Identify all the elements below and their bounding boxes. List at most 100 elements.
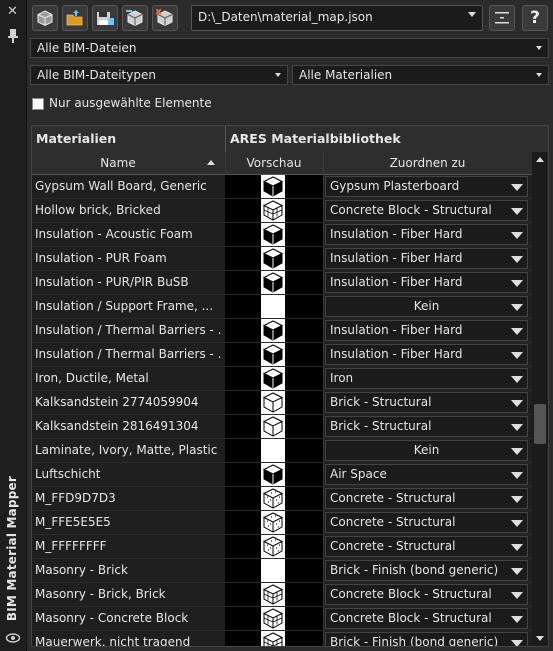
chevron-down-icon[interactable] [468, 12, 476, 17]
assign-material-dropdown[interactable]: Air Space [325, 464, 528, 485]
assign-material-dropdown[interactable]: Concrete - Structural [325, 536, 528, 557]
assign-material-dropdown[interactable]: Insulation - Fiber Hard [325, 320, 528, 341]
assign-material-dropdown[interactable]: Concrete - Structural [325, 512, 528, 533]
scroll-up-icon[interactable] [536, 157, 544, 162]
material-name: Insulation / Thermal Barriers - ... [35, 323, 221, 337]
assign-material-value: Brick - Structural [330, 395, 432, 409]
pin-icon[interactable] [6, 28, 20, 44]
mapping-file-path[interactable]: D:\_Daten\material_map.json [191, 5, 483, 31]
assign-material-value: Insulation - Fiber Hard [330, 227, 463, 241]
materials-filter[interactable]: Alle Materialien [292, 65, 549, 85]
assign-material-value: Insulation - Fiber Hard [330, 275, 463, 289]
table-row[interactable]: Mauerwerk, nicht tragend Brick - Finish (… [32, 631, 532, 646]
scroll-thumb[interactable] [534, 404, 546, 444]
chevron-down-icon [511, 640, 523, 646]
material-preview [225, 439, 323, 462]
column-header-preview[interactable]: Vorschau [225, 156, 323, 170]
table-row[interactable]: Masonry - Concrete Block Concrete Block -… [32, 607, 532, 631]
table-row[interactable]: M_FFD9D7D3 Concrete - Structural [32, 487, 532, 511]
cube-remove-icon [156, 9, 173, 27]
material-preview [225, 463, 323, 486]
material-preview-cube [262, 512, 284, 533]
assign-material-dropdown[interactable]: Insulation - Fiber Hard [325, 272, 528, 293]
table-row[interactable]: Insulation / Support Frame, ... Kein [32, 295, 532, 319]
material-preview [225, 199, 323, 222]
group-header-materials: Materialien [36, 131, 117, 146]
material-preview-cube [262, 632, 284, 646]
chevron-down-icon [511, 256, 523, 263]
scroll-down-icon[interactable] [536, 636, 544, 641]
chevron-down-icon [511, 496, 523, 503]
material-preview-cube [262, 488, 284, 509]
sort-ascending-icon[interactable] [207, 160, 215, 165]
material-name: Insulation - PUR/PIR BuSB [35, 275, 189, 289]
material-name: Masonry - Brick, Brick [35, 587, 166, 601]
table-row[interactable]: Masonry - Brick, Brick Concrete Block - S… [32, 583, 532, 607]
material-name: Gypsum Wall Board, Generic [35, 179, 207, 193]
assign-material-dropdown[interactable]: Concrete - Structural [325, 488, 528, 509]
table-row[interactable]: Insulation / Thermal Barriers - ... Insul… [32, 319, 532, 343]
chevron-down-icon [511, 616, 523, 623]
assign-material-dropdown[interactable]: Concrete Block - Structural [325, 608, 528, 629]
table-row[interactable]: Laminate, Ivory, Matte, Plastic Kein [32, 439, 532, 463]
material-preview-cube [262, 200, 284, 221]
table-row[interactable]: Insulation - PUR Foam Insulation - Fiber … [32, 247, 532, 271]
help-button[interactable]: ? [522, 5, 548, 31]
material-preview [225, 487, 323, 510]
assign-material-dropdown[interactable]: Concrete Block - Structural [325, 200, 528, 221]
table-row[interactable]: M_FFE5E5E5 Concrete - Structural [32, 511, 532, 535]
table-row[interactable]: Insulation - Acoustic Foam Insulation - F… [32, 223, 532, 247]
assign-material-value: Insulation - Fiber Hard [330, 347, 463, 361]
close-icon[interactable]: ✕ [7, 4, 18, 19]
materials-filter-value: Alle Materialien [299, 68, 393, 82]
table-row[interactable]: Luftschicht Air Space [32, 463, 532, 487]
table-row[interactable]: M_FFFFFFFF Concrete - Structural [32, 535, 532, 559]
material-name: M_FFD9D7D3 [35, 491, 116, 505]
column-header-name[interactable]: Name [32, 156, 204, 170]
menu-lines-icon [495, 12, 509, 24]
toolbar: D:\_Daten\material_map.json ? [27, 0, 553, 36]
export-materials-button[interactable] [122, 5, 148, 31]
group-header-ares-library: ARES Materialbibliothek [230, 131, 401, 146]
material-name: Insulation - PUR Foam [35, 251, 167, 265]
assign-material-dropdown[interactable]: Brick - Finish (bond generic) [325, 632, 528, 646]
folder-open-icon [66, 10, 83, 26]
assign-material-dropdown[interactable]: Insulation - Fiber Hard [325, 248, 528, 269]
assign-material-dropdown[interactable]: Insulation - Fiber Hard [325, 344, 528, 365]
assign-material-dropdown[interactable]: Kein [325, 296, 528, 317]
assign-material-dropdown[interactable]: Kein [325, 440, 528, 461]
bim-files-filter[interactable]: Alle BIM-Dateien [30, 38, 549, 58]
table-row[interactable]: Hollow brick, Bricked Concrete Block - St… [32, 199, 532, 223]
material-preview [225, 367, 323, 390]
open-file-button[interactable] [62, 5, 88, 31]
material-name: M_FFE5E5E5 [35, 515, 111, 529]
table-row[interactable]: Masonry - Brick Brick - Finish (bond gene… [32, 559, 532, 583]
menu-button[interactable] [489, 5, 515, 31]
table-row[interactable]: Gypsum Wall Board, Generic Gypsum Plaster… [32, 175, 532, 199]
table-row[interactable]: Insulation - PUR/PIR BuSB Insulation - Fi… [32, 271, 532, 295]
assign-material-dropdown[interactable]: Brick - Structural [325, 392, 528, 413]
assign-material-dropdown[interactable]: Concrete Block - Structural [325, 584, 528, 605]
selected-only-checkbox[interactable] [32, 98, 44, 110]
material-preview-cube [262, 416, 284, 437]
assign-material-dropdown[interactable]: Insulation - Fiber Hard [325, 224, 528, 245]
vertical-scrollbar[interactable] [532, 152, 548, 646]
chevron-down-icon [511, 328, 523, 335]
assign-material-dropdown[interactable]: Gypsum Plasterboard [325, 176, 528, 197]
assign-material-dropdown[interactable]: Brick - Finish (bond generic) [325, 560, 528, 581]
eye-icon[interactable] [5, 630, 21, 646]
bim-filetypes-filter[interactable]: Alle BIM-Dateitypen [30, 65, 288, 85]
chevron-down-icon [511, 520, 523, 527]
table-row[interactable]: Kalksandstein 2816491304 Brick - Structur… [32, 415, 532, 439]
table-row[interactable]: Kalksandstein 2774059904 Brick - Structur… [32, 391, 532, 415]
help-icon: ? [530, 8, 540, 28]
column-header-assign[interactable]: Zuordnen zu [323, 156, 532, 170]
remove-mapping-button[interactable] [152, 5, 178, 31]
assign-material-dropdown[interactable]: Iron [325, 368, 528, 389]
save-file-button[interactable] [92, 5, 118, 31]
table-row[interactable]: Insulation / Thermal Barriers - ... Insul… [32, 343, 532, 367]
save-icon [97, 12, 114, 25]
material-cube-button[interactable] [32, 5, 58, 31]
table-row[interactable]: Iron, Ductile, Metal Iron [32, 367, 532, 391]
assign-material-dropdown[interactable]: Brick - Structural [325, 416, 528, 437]
